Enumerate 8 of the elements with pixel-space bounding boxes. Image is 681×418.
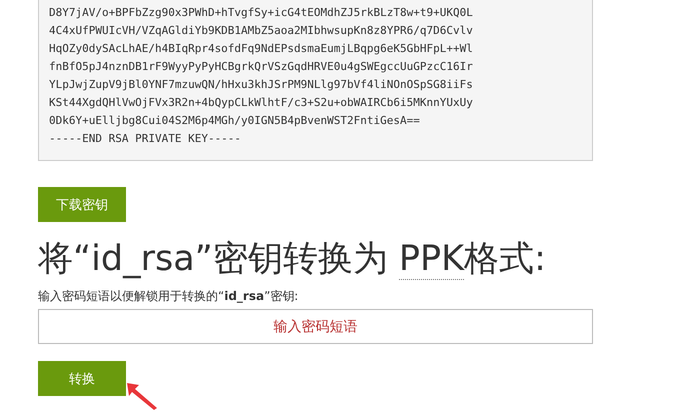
- section-heading: 将“id_rsa”密钥转换为 PPK格式:: [38, 238, 547, 282]
- abbreviation: PPK: [398, 239, 464, 280]
- private-key-text: D8Y7jAV/o+BPFbZzg90x3PWhD+hTvgfSy+icG4tEOMdhZJ5rkBLzT8w+t9+UKQ0L 4C4xUfPWUIcVH/VZqAGldiYb9KDB1AMbZ5aoa2MIbhwsupKn8z8YPR6/q7D6Cvlv HqOZy0dySAcLhAE/h4BIqRpr4sofdFq9NdEPsdsmaEumjLBqpg6eK5GbHFpL++Wl fnBfO5pJ4nznDB1rF9WyyPyPyHCBgrkQrVSzGqdHRVE0u4gSWEgccUuGPzcC16Ir YLpJwjZupV9jBl0YNF7mzuwQN/hHxu3khJSrPM9NLlg97bVf4liNOnOSpSG8iiFs KSt44XgdQHlVwOjFVx3R2n+4bQypCLkWlhtF/c3+S2u+obWAIRCb6i5MKnnYUxUy 0Dk6Y+uElljbg8Cui04S2M6p4MGh/y0IGN5B4pBvenWST2FntiGesA== -----END RSA PRIVATE KEY-----: [38, 0, 593, 161]
- download-key-button[interactable]: 下载密钥: [38, 187, 126, 222]
- pointer-arrow-icon: [125, 381, 159, 411]
- passphrase-label: 输入密码短语以便解锁用于转换的“id_rsa”密钥:: [38, 288, 300, 304]
- passphrase-field[interactable]: 输入密码短语: [38, 309, 593, 344]
- convert-button[interactable]: 转换: [38, 361, 126, 396]
